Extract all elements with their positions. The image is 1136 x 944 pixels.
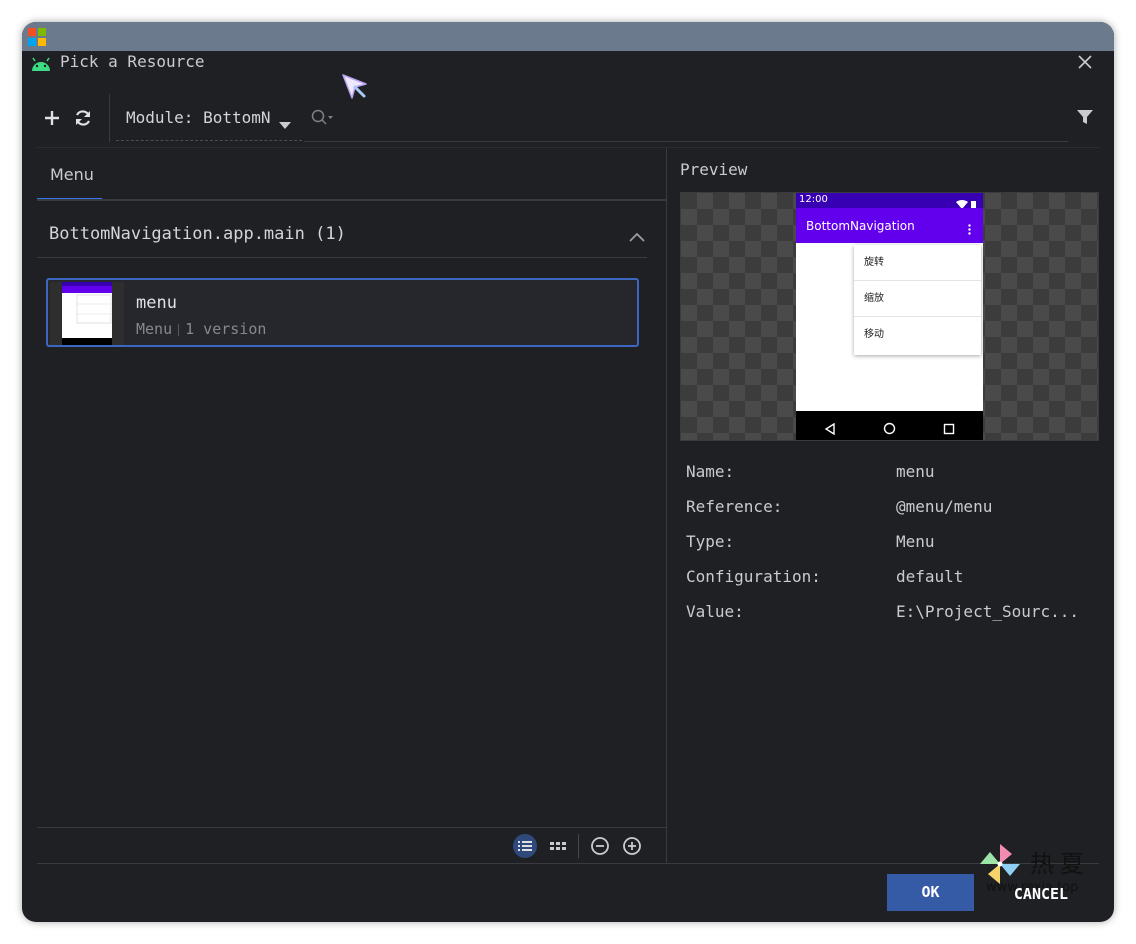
tab-menu[interactable]: Menu (37, 154, 102, 202)
dialog-title-bar: Pick a Resource (22, 51, 1114, 87)
property-row: Type: Menu (686, 532, 1106, 567)
home-icon (883, 420, 896, 439)
chevron-up-icon[interactable] (629, 227, 645, 246)
property-value: menu (896, 462, 935, 481)
property-key: Value: (686, 602, 744, 621)
property-row: Value: E:\Project_Sourc... (686, 602, 1106, 637)
resource-meta: Menu 1 version (136, 320, 266, 338)
panel-splitter[interactable] (666, 148, 667, 863)
property-key: Type: (686, 532, 735, 551)
os-title-bar (22, 22, 1114, 51)
list-item[interactable]: menu Menu 1 version (46, 278, 639, 347)
phone-status-time: 12:00 (799, 194, 828, 205)
android-icon (30, 56, 52, 76)
property-value: Menu (896, 532, 935, 551)
tab-menu-label: Menu (50, 165, 94, 184)
chevron-down-icon (279, 115, 291, 134)
footer-divider (37, 863, 1099, 864)
search-icon (310, 108, 334, 132)
phone-app-title: BottomNavigation (806, 219, 915, 233)
toolbar-divider (37, 147, 1099, 148)
resource-versions: 1 version (185, 320, 267, 338)
search-input[interactable] (304, 94, 1068, 142)
module-dropdown[interactable]: Module: BottomN (126, 108, 298, 132)
zoom-in-icon[interactable] (620, 834, 644, 858)
refresh-icon[interactable] (73, 108, 93, 128)
preview-panel: 12:00 BottomNavigation 旋转 缩放 移动 (680, 192, 1099, 441)
phone-status-bar: 12:00 (796, 193, 983, 210)
resource-thumbnail (50, 282, 124, 345)
filter-icon[interactable] (1076, 108, 1094, 130)
preview-label: Preview (680, 160, 748, 179)
property-value: default (896, 567, 964, 586)
grid-view-icon[interactable] (546, 834, 570, 858)
property-key: Name: (686, 462, 735, 481)
pick-resource-dialog: Pick a Resource Module: BottomN Menu Bot… (22, 22, 1114, 922)
zoom-out-icon[interactable] (588, 834, 612, 858)
property-row: Reference: @menu/menu (686, 497, 1106, 532)
plus-icon[interactable] (42, 108, 62, 128)
close-icon[interactable] (1074, 51, 1096, 73)
resource-properties: Name: menu Reference: @menu/menu Type: M… (686, 462, 1106, 637)
recents-icon (943, 420, 955, 439)
popup-menu-item: 移动 (864, 329, 884, 340)
cancel-button[interactable]: CANCEL (1000, 874, 1082, 911)
list-view-icon[interactable] (513, 834, 537, 858)
back-icon (824, 420, 836, 439)
tab-row-divider (37, 199, 666, 201)
resource-type: Menu (136, 320, 173, 338)
phone-preview: 12:00 BottomNavigation 旋转 缩放 移动 (796, 193, 983, 440)
phone-nav-bar (796, 411, 983, 440)
list-footer-divider (37, 827, 666, 828)
resource-group-header[interactable]: BottomNavigation.app.main (1) (37, 212, 647, 258)
toolbar-separator (109, 94, 110, 142)
group-title: BottomNavigation.app.main (1) (49, 224, 346, 244)
module-dropdown-label: Module: BottomN (126, 108, 271, 127)
module-underline (116, 140, 302, 141)
property-key: Reference: (686, 497, 783, 516)
dialog-title: Pick a Resource (60, 52, 205, 71)
overflow-menu-icon (968, 220, 971, 239)
property-value: E:\Project_Sourc... (896, 602, 1080, 621)
popup-menu-item: 旋转 (854, 245, 981, 281)
property-row: Name: menu (686, 462, 1106, 497)
phone-app-bar: BottomNavigation (796, 208, 983, 243)
popup-menu-item: 缩放 (854, 281, 981, 317)
resource-name: menu (136, 293, 177, 313)
phone-popup-menu: 旋转 缩放 移动 (854, 245, 981, 355)
windows-logo-icon (28, 28, 46, 46)
property-value: @menu/menu (896, 497, 993, 516)
ok-button[interactable]: OK (887, 874, 974, 911)
view-controls-separator (578, 834, 579, 858)
property-row: Configuration: default (686, 567, 1106, 602)
property-key: Configuration: (686, 567, 821, 586)
toolbar: Module: BottomN (22, 92, 1114, 144)
